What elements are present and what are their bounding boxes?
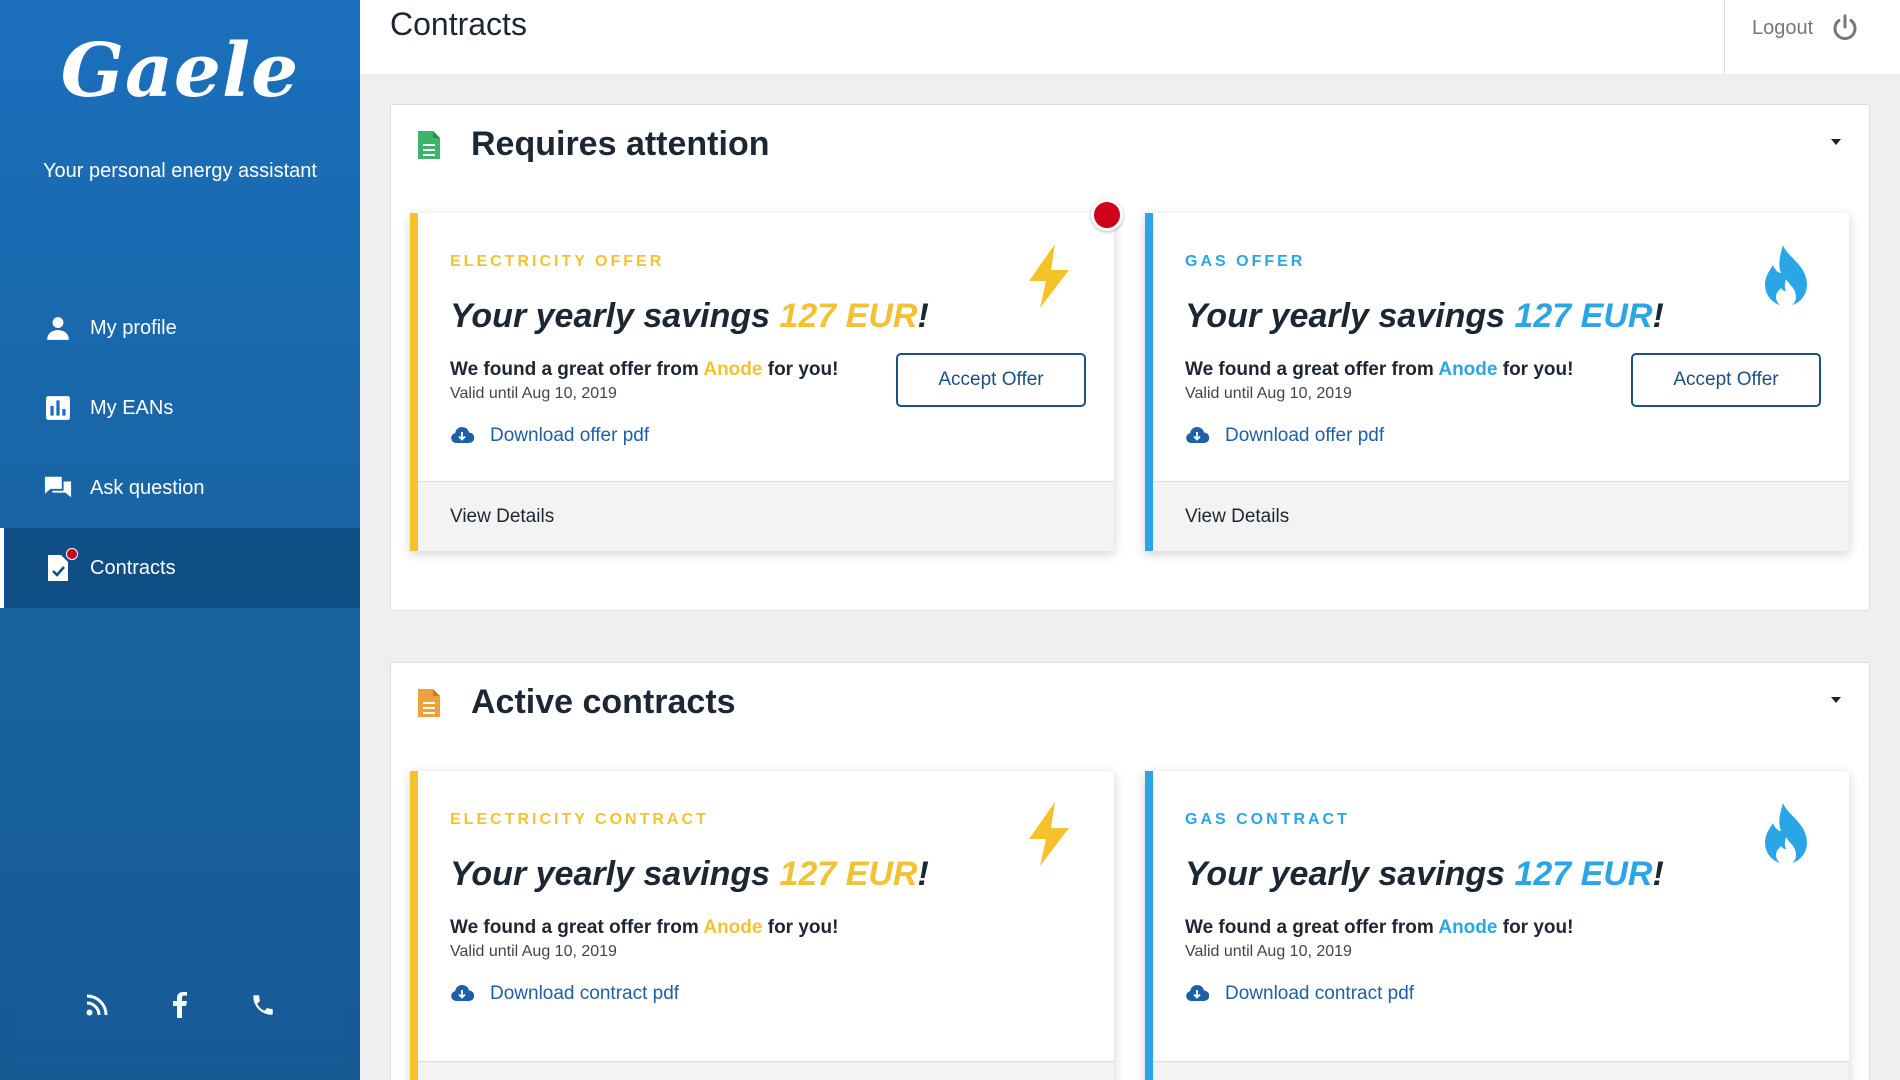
download-contract-link[interactable]: Download contract pdf bbox=[1185, 983, 1414, 1005]
card-label: GAS OFFER bbox=[1185, 253, 1306, 270]
card-label: ELECTRICITY CONTRACT bbox=[450, 811, 709, 828]
section-title: Active contracts bbox=[471, 683, 736, 721]
document-icon bbox=[417, 130, 443, 160]
sidebar-item-contracts[interactable]: Contracts bbox=[0, 528, 360, 608]
document-icon bbox=[417, 688, 443, 718]
notification-dot bbox=[1091, 199, 1123, 231]
view-details-link[interactable]: View Details bbox=[1153, 481, 1849, 551]
collapse-caret-icon[interactable] bbox=[1831, 697, 1841, 703]
sidebar: Gaele Your personal energy assistant My … bbox=[0, 0, 360, 1080]
sidebar-item-my-profile[interactable]: My profile bbox=[0, 288, 360, 368]
accept-offer-button[interactable]: Accept Offer bbox=[1631, 353, 1821, 407]
chat-icon bbox=[44, 474, 72, 502]
header-divider bbox=[1724, 0, 1725, 74]
notification-dot bbox=[66, 548, 78, 560]
social-links bbox=[16, 974, 344, 1036]
section-header: Active contracts bbox=[417, 683, 736, 722]
card-label: ELECTRICITY OFFER bbox=[450, 253, 665, 270]
cloud-download-icon bbox=[1185, 426, 1210, 446]
section-title: Requires attention bbox=[471, 125, 770, 163]
flame-icon bbox=[1761, 801, 1813, 871]
page-title: Contracts bbox=[390, 6, 527, 42]
download-offer-link[interactable]: Download offer pdf bbox=[1185, 425, 1384, 447]
valid-until: Valid until Aug 10, 2019 bbox=[450, 943, 617, 960]
lightning-icon bbox=[1026, 243, 1078, 313]
valid-until: Valid until Aug 10, 2019 bbox=[1185, 943, 1352, 960]
sidebar-footer-bar bbox=[16, 1054, 344, 1062]
lightning-icon bbox=[1026, 801, 1078, 871]
card-label: GAS CONTRACT bbox=[1185, 811, 1350, 828]
card-footer[interactable] bbox=[418, 1061, 1114, 1080]
view-details-link[interactable]: View Details bbox=[418, 481, 1114, 551]
sidebar-item-label: Contracts bbox=[90, 556, 176, 579]
flame-icon bbox=[1761, 243, 1813, 313]
yearly-savings: Your yearly savings 127 EUR! bbox=[1185, 297, 1664, 335]
electricity-offer-card: ELECTRICITY OFFER Your yearly savings 12… bbox=[410, 213, 1114, 551]
valid-until: Valid until Aug 10, 2019 bbox=[1185, 385, 1352, 402]
accept-offer-button[interactable]: Accept Offer bbox=[896, 353, 1086, 407]
yearly-savings: Your yearly savings 127 EUR! bbox=[450, 297, 929, 335]
sidebar-item-label: My profile bbox=[90, 316, 177, 339]
facebook-icon[interactable] bbox=[165, 990, 195, 1020]
card-footer[interactable] bbox=[1153, 1061, 1849, 1080]
sidebar-item-my-eans[interactable]: My EANs bbox=[0, 368, 360, 448]
active-contracts-section: Active contracts ELECTRICITY CONTRACT Yo… bbox=[390, 662, 1870, 1080]
chart-icon bbox=[44, 394, 72, 422]
sidebar-nav: My profile My EANs Ask question Contract… bbox=[0, 288, 360, 608]
person-icon bbox=[44, 314, 72, 342]
offer-text: We found a great offer from Anode for yo… bbox=[1185, 359, 1574, 380]
logout-button[interactable]: Logout bbox=[1752, 14, 1859, 42]
contract-icon bbox=[44, 548, 78, 582]
yearly-savings: Your yearly savings 127 EUR! bbox=[1185, 855, 1664, 893]
sidebar-item-label: Ask question bbox=[90, 476, 205, 499]
power-icon bbox=[1831, 14, 1859, 42]
rss-icon[interactable] bbox=[82, 990, 112, 1020]
sidebar-item-ask-question[interactable]: Ask question bbox=[0, 448, 360, 528]
download-contract-link[interactable]: Download contract pdf bbox=[450, 983, 679, 1005]
collapse-caret-icon[interactable] bbox=[1831, 139, 1841, 145]
electricity-contract-card: ELECTRICITY CONTRACT Your yearly savings… bbox=[410, 771, 1114, 1080]
logout-label: Logout bbox=[1752, 16, 1814, 39]
offer-text: We found a great offer from Anode for yo… bbox=[450, 359, 839, 380]
phone-icon[interactable] bbox=[248, 990, 278, 1020]
offer-text: We found a great offer from Anode for yo… bbox=[450, 917, 839, 938]
sidebar-item-label: My EANs bbox=[90, 396, 174, 419]
cloud-download-icon bbox=[450, 984, 475, 1004]
section-header: Requires attention bbox=[417, 125, 769, 164]
valid-until: Valid until Aug 10, 2019 bbox=[450, 385, 617, 402]
gas-offer-card: GAS OFFER Your yearly savings 127 EUR! W… bbox=[1145, 213, 1849, 551]
download-offer-link[interactable]: Download offer pdf bbox=[450, 425, 649, 447]
app-tagline: Your personal energy assistant bbox=[43, 160, 317, 182]
gas-contract-card: GAS CONTRACT Your yearly savings 127 EUR… bbox=[1145, 771, 1849, 1080]
top-header: Contracts Logout bbox=[360, 0, 1900, 74]
yearly-savings: Your yearly savings 127 EUR! bbox=[450, 855, 929, 893]
cloud-download-icon bbox=[1185, 984, 1210, 1004]
requires-attention-section: Requires attention ELECTRICITY OFFER You… bbox=[390, 104, 1870, 611]
cloud-download-icon bbox=[450, 426, 475, 446]
app-logo[interactable]: Gaele bbox=[0, 28, 360, 114]
offer-text: We found a great offer from Anode for yo… bbox=[1185, 917, 1574, 938]
